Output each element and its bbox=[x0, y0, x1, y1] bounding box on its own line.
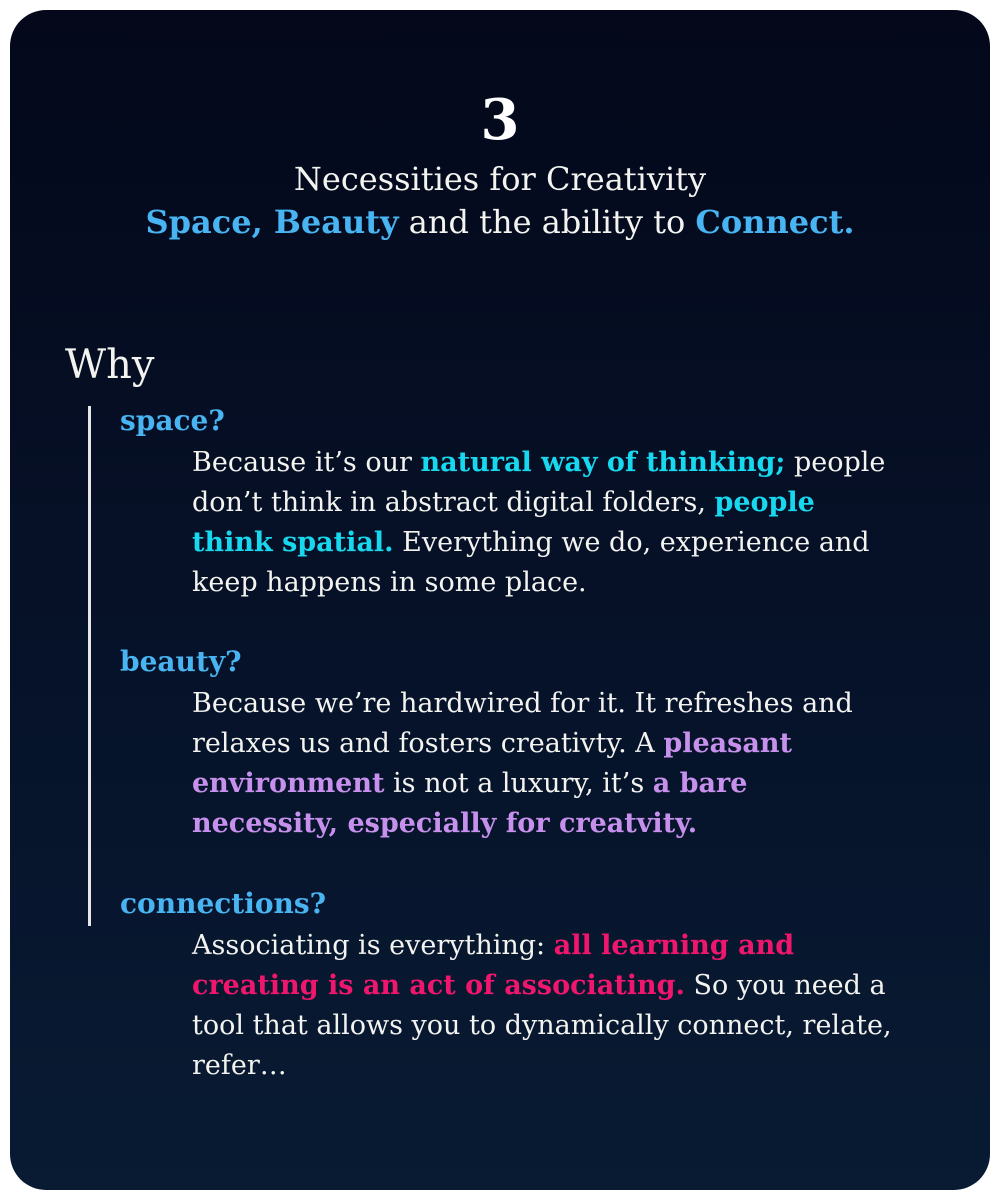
header: 3 Necessities for Creativity Space, Beau… bbox=[10, 90, 990, 244]
tagline-highlight-space-beauty: Space, Beauty bbox=[145, 203, 399, 241]
space-text-1: Because it’s our bbox=[192, 447, 421, 478]
tagline: Space, Beauty and the ability to Connect… bbox=[10, 200, 990, 244]
space-question: space? bbox=[120, 404, 225, 437]
subtitle: Necessities for Creativity bbox=[293, 160, 707, 198]
connections-text-1: Associating is everything: bbox=[192, 930, 554, 961]
tagline-text: and the ability to bbox=[398, 203, 696, 241]
content-card: 3 Necessities for Creativity Space, Beau… bbox=[10, 10, 990, 1190]
space-paragraph: Because it’s our natural way of thinking… bbox=[192, 443, 892, 603]
why-heading: Why bbox=[65, 342, 155, 388]
tagline-highlight-connect: Connect. bbox=[695, 203, 855, 241]
vertical-divider bbox=[88, 406, 91, 926]
connections-question: connections? bbox=[120, 887, 327, 920]
beauty-paragraph: Because we’re hardwired for it. It refre… bbox=[192, 684, 892, 844]
number-heading: 3 bbox=[480, 87, 520, 153]
beauty-text-2: is not a luxury, it’s bbox=[384, 768, 653, 799]
beauty-question: beauty? bbox=[120, 645, 242, 678]
connections-paragraph: Associating is everything: all learning … bbox=[192, 926, 892, 1086]
space-highlight-1: natural way of thinking; bbox=[420, 447, 786, 478]
